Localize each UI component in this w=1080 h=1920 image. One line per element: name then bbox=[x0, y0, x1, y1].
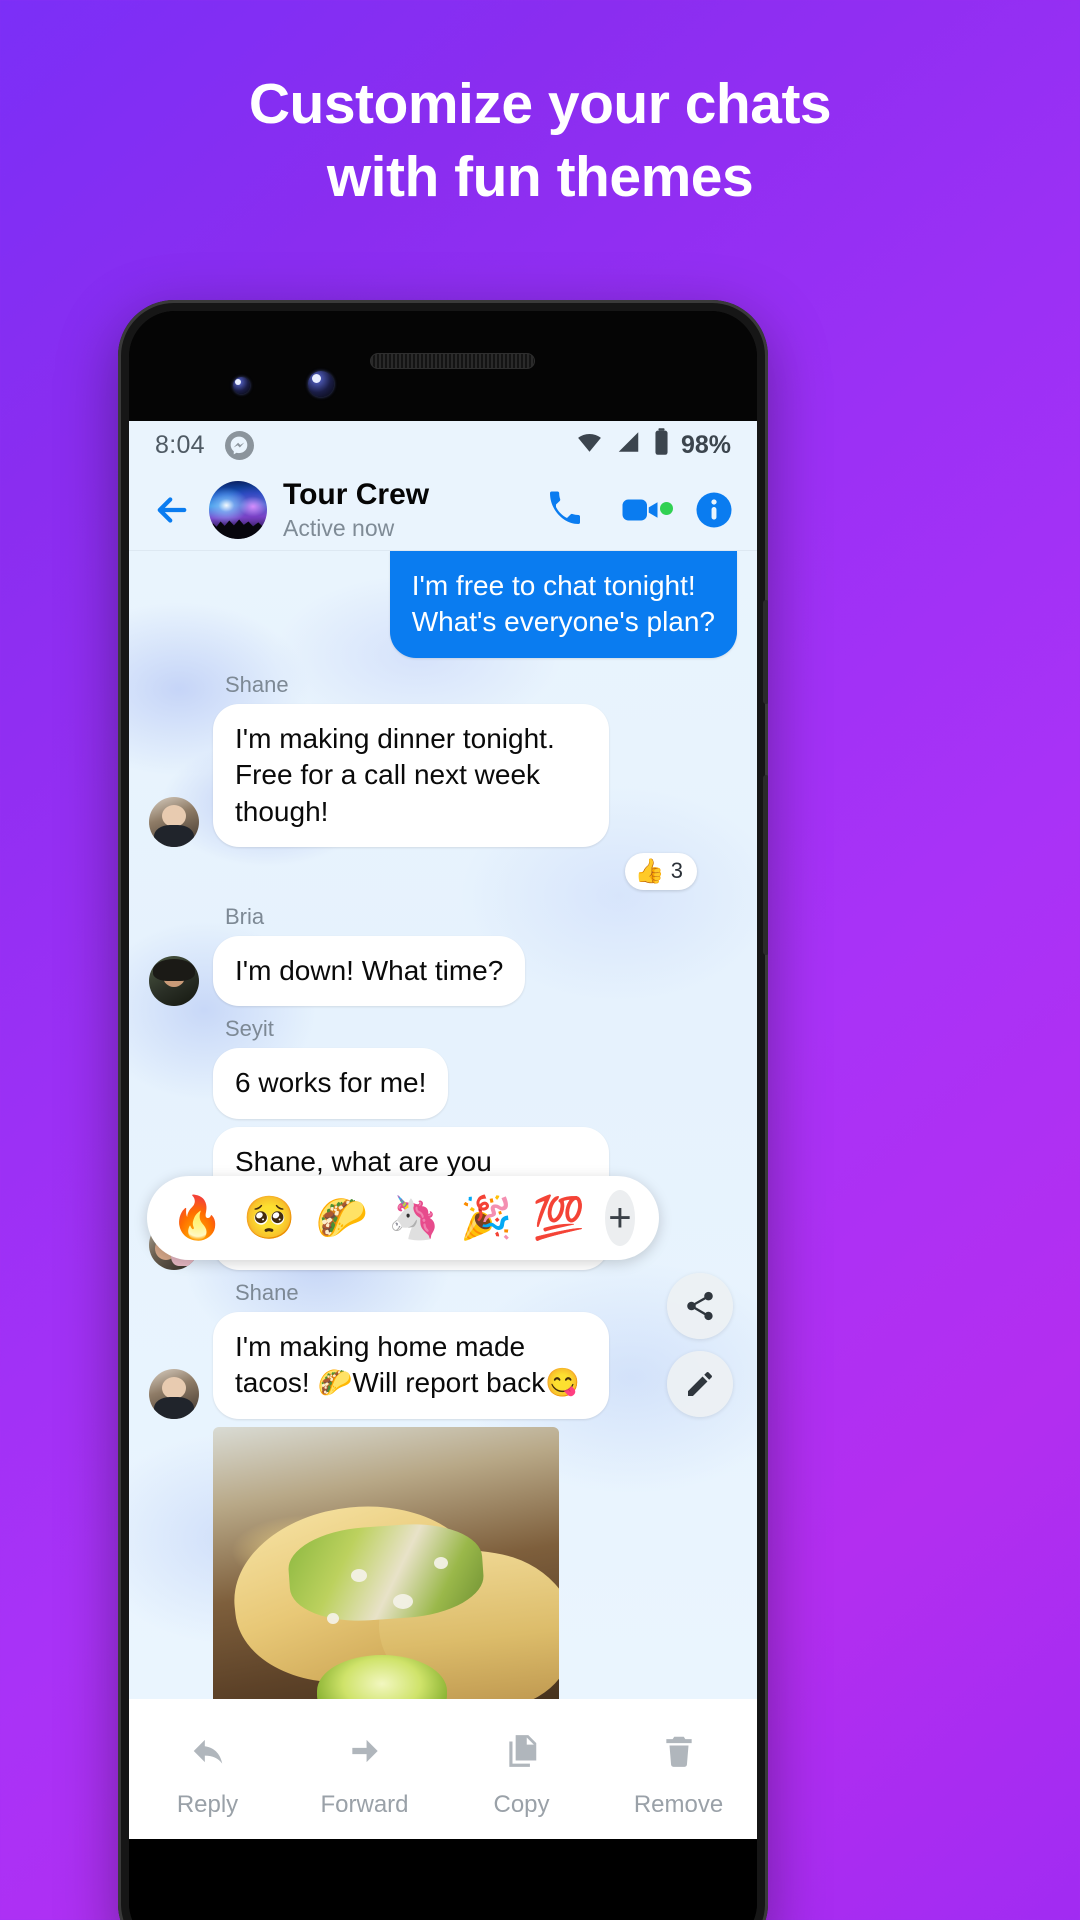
bria-avatar[interactable] bbox=[149, 956, 199, 1007]
reply-label: Reply bbox=[176, 1790, 239, 1818]
party-popper-emoji[interactable]: 🎉 bbox=[460, 1197, 512, 1239]
remove-action[interactable]: Remove bbox=[600, 1732, 757, 1819]
headline-line-2: with fun themes bbox=[326, 144, 754, 209]
message-text-line-1: I'm free to chat tonight! bbox=[411, 570, 696, 601]
video-active-dot bbox=[660, 501, 673, 515]
front-camera-icon bbox=[233, 377, 250, 394]
earpiece-speaker bbox=[370, 353, 535, 369]
chat-header: Tour Crew Active now bbox=[129, 469, 757, 551]
edit-icon[interactable] bbox=[667, 1351, 733, 1417]
message-bubble-shane[interactable]: I'm making dinner tonight. Free for a ca… bbox=[213, 703, 609, 847]
message-bubble-shane-2[interactable]: I'm making home made tacos! 🌮Will report… bbox=[213, 1311, 609, 1419]
promo-headline: Customize your chats with fun themes bbox=[0, 68, 1080, 214]
phone-nav-bar bbox=[129, 1839, 757, 1920]
sender-label-bria: Bria bbox=[225, 903, 265, 929]
app-screen: 8:04 98% Tour Crew Active now I'm free t… bbox=[129, 421, 757, 1839]
message-row-bria[interactable]: I'm down! What time? bbox=[149, 935, 737, 1007]
shane-avatar[interactable] bbox=[149, 796, 199, 847]
avatar-spacer bbox=[149, 1069, 199, 1119]
share-icon[interactable] bbox=[667, 1273, 733, 1339]
conversation-area[interactable]: I'm free to chat tonight! What's everyon… bbox=[129, 551, 757, 1699]
thumbs-up-emoji: 👍 bbox=[634, 857, 665, 885]
trash-icon bbox=[660, 1732, 698, 1775]
reaction-row: 👍 3 bbox=[149, 852, 737, 890]
cheese-crumb bbox=[327, 1612, 340, 1624]
copy-icon bbox=[502, 1732, 542, 1775]
info-icon[interactable] bbox=[693, 489, 735, 531]
message-list: I'm free to chat tonight! What's everyon… bbox=[129, 551, 757, 1699]
sender-label-shane: Shane bbox=[225, 671, 289, 697]
copy-label: Copy bbox=[493, 1790, 550, 1818]
video-camera-icon[interactable] bbox=[619, 489, 673, 531]
copy-action[interactable]: Copy bbox=[443, 1732, 600, 1819]
message-bubble-bria[interactable]: I'm down! What time? bbox=[213, 935, 526, 1007]
chat-active-status: Active now bbox=[283, 515, 395, 542]
sender-label-shane-2: Shane bbox=[235, 1279, 299, 1305]
reply-action[interactable]: Reply bbox=[129, 1732, 286, 1819]
forward-arrow-icon bbox=[344, 1732, 386, 1775]
reaction-badge[interactable]: 👍 3 bbox=[624, 852, 697, 890]
group-avatar[interactable] bbox=[209, 480, 267, 539]
forward-action[interactable]: Forward bbox=[286, 1732, 443, 1819]
front-camera-secondary-icon bbox=[308, 371, 334, 397]
reaction-count: 3 bbox=[670, 858, 683, 884]
status-bar-indicators: 98% bbox=[575, 427, 731, 463]
message-row-shane[interactable]: I'm making dinner tonight. Free for a ca… bbox=[149, 703, 737, 847]
message-row-seyit-1[interactable]: 6 works for me! bbox=[149, 1048, 737, 1119]
hundred-points-emoji[interactable]: 💯 bbox=[532, 1197, 584, 1239]
remove-label: Remove bbox=[633, 1790, 724, 1818]
status-bar: 8:04 98% bbox=[129, 421, 757, 469]
message-text-line-2: What's everyone's plan? bbox=[411, 606, 715, 638]
message-bubble-seyit-1[interactable]: 6 works for me! bbox=[213, 1048, 449, 1119]
phone-notch bbox=[129, 311, 757, 421]
chat-title: Tour Crew bbox=[283, 477, 430, 511]
more-reactions-button[interactable]: + bbox=[604, 1190, 635, 1246]
phone-screen-bezel: 8:04 98% Tour Crew Active now I'm free t… bbox=[129, 311, 757, 1920]
battery-level-text: 98% bbox=[680, 430, 731, 459]
chat-title-block[interactable]: Tour Crew Active now bbox=[283, 477, 429, 543]
phone-icon[interactable] bbox=[545, 489, 587, 531]
phone-power-button[interactable] bbox=[763, 600, 768, 704]
phone-volume-button[interactable] bbox=[763, 775, 768, 955]
forward-label: Forward bbox=[320, 1790, 409, 1818]
back-arrow-icon[interactable] bbox=[151, 489, 193, 531]
unicorn-emoji[interactable]: 🦄 bbox=[388, 1197, 440, 1239]
reply-arrow-icon bbox=[187, 1732, 229, 1775]
messenger-icon bbox=[224, 430, 254, 460]
wifi-icon bbox=[575, 429, 604, 462]
battery-icon bbox=[653, 427, 670, 463]
reaction-picker-bar[interactable]: 🔥 🥺 🌮 🦄 🎉 💯 + bbox=[147, 1176, 659, 1260]
shane-avatar-2[interactable] bbox=[149, 1368, 199, 1419]
sender-label-seyit: Seyit bbox=[225, 1016, 274, 1042]
taco-photo[interactable] bbox=[213, 1426, 559, 1699]
cheese-crumb bbox=[392, 1594, 413, 1610]
message-action-bar: Reply Forward Copy Remove bbox=[129, 1699, 757, 1839]
pleading-face-emoji[interactable]: 🥺 bbox=[243, 1197, 295, 1239]
message-row-shane-2[interactable]: I'm making home made tacos! 🌮Will report… bbox=[149, 1311, 737, 1419]
chat-header-actions bbox=[545, 489, 735, 531]
taco-emoji[interactable]: 🌮 bbox=[316, 1197, 368, 1239]
phone-device-frame: 8:04 98% Tour Crew Active now I'm free t… bbox=[118, 300, 768, 1920]
headline-line-1: Customize your chats bbox=[248, 72, 832, 136]
message-bubble-outgoing[interactable]: I'm free to chat tonight! What's everyon… bbox=[389, 551, 737, 658]
fire-emoji[interactable]: 🔥 bbox=[171, 1197, 223, 1239]
cellular-signal-icon bbox=[615, 429, 642, 462]
status-bar-time: 8:04 bbox=[155, 430, 205, 459]
message-row-outgoing[interactable]: I'm free to chat tonight! What's everyon… bbox=[149, 551, 737, 658]
